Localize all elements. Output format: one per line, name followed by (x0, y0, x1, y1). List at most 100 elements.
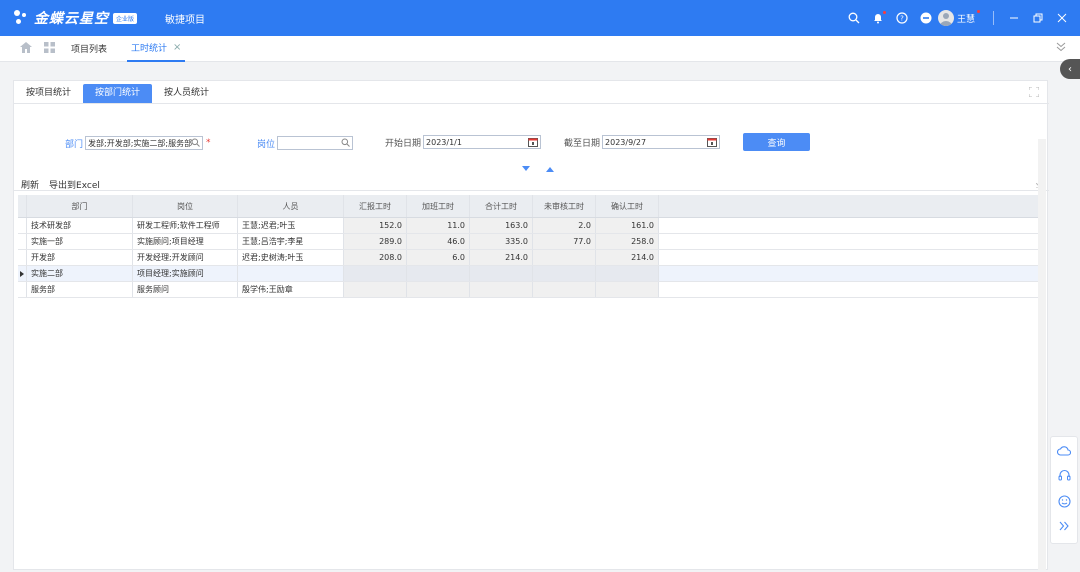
col-header-confirmed[interactable]: 确认工时 (596, 195, 659, 217)
fullscreen-icon[interactable] (1028, 86, 1040, 100)
cell-overtime[interactable]: 46.0 (407, 234, 470, 249)
cell-position[interactable]: 服务顾问 (133, 282, 238, 297)
cell-confirmed[interactable]: 258.0 (596, 234, 659, 249)
cell-confirmed[interactable] (596, 282, 659, 297)
minimize-icon[interactable] (1004, 8, 1024, 28)
side-panel-toggle-icon[interactable]: ‹ (1060, 59, 1080, 79)
cell-reported[interactable]: 208.0 (344, 250, 407, 265)
subtab-by-project[interactable]: 按项目统计 (14, 84, 83, 103)
app-grid-icon[interactable] (44, 41, 55, 56)
cell-unreviewed[interactable]: 2.0 (533, 218, 596, 233)
cell-overtime[interactable]: 6.0 (407, 250, 470, 265)
start-date-input[interactable]: 2023/1/1 (423, 135, 542, 149)
notification-bell-icon[interactable] (868, 8, 888, 28)
table-row[interactable]: 实施一部 实施顾问;项目经理 王慧;吕浩宇;李星 289.0 46.0 335.0 77.0… (18, 234, 1042, 250)
cell-reported[interactable]: 152.0 (344, 218, 407, 233)
col-header-overtime[interactable]: 加班工时 (407, 195, 470, 217)
app-title[interactable]: 敏捷项目 (165, 11, 205, 26)
cell-total[interactable]: 163.0 (470, 218, 533, 233)
cell-total[interactable] (470, 266, 533, 281)
restore-icon[interactable] (1028, 8, 1048, 28)
cell-position[interactable]: 开发经理;开发顾问 (133, 250, 238, 265)
search-icon[interactable] (341, 138, 350, 149)
cell-unreviewed[interactable] (533, 282, 596, 297)
start-date-value: 2023/1/1 (426, 137, 462, 147)
dept-filter: 部门 发部;开发部;实施二部;服务部 * (65, 136, 211, 150)
position-filter: 岗位 (257, 136, 354, 150)
required-mark: * (206, 138, 211, 148)
calendar-icon[interactable] (528, 137, 539, 148)
start-date-filter: 开始日期 2023/1/1 (385, 135, 542, 149)
user-name[interactable]: 王慧 (957, 9, 980, 25)
smiley-icon[interactable] (1057, 495, 1071, 511)
cell-unreviewed[interactable] (533, 250, 596, 265)
cell-reported[interactable] (344, 266, 407, 281)
cell-dept[interactable]: 实施二部 (27, 266, 133, 281)
calendar-icon[interactable] (707, 137, 718, 148)
dept-input[interactable]: 发部;开发部;实施二部;服务部 (85, 136, 204, 150)
cell-unreviewed[interactable]: 77.0 (533, 234, 596, 249)
cell-reported[interactable] (344, 282, 407, 297)
brand-logo[interactable]: 金蝶云星空 企业版 (12, 8, 138, 28)
avatar[interactable] (937, 10, 954, 26)
cell-position[interactable]: 实施顾问;项目经理 (133, 234, 238, 249)
table-row[interactable]: 实施二部 项目经理;实施顾问 (18, 266, 1042, 282)
cell-overtime[interactable] (407, 266, 470, 281)
cell-position[interactable]: 项目经理;实施顾问 (133, 266, 238, 281)
tab-time-statistics-label: 工时统计 (131, 44, 168, 54)
col-header-position[interactable]: 岗位 (133, 195, 238, 217)
close-window-icon[interactable] (1052, 8, 1072, 28)
help-icon[interactable]: ? (892, 8, 912, 28)
cloud-icon[interactable] (1057, 446, 1072, 459)
table-row[interactable]: 开发部 开发经理;开发顾问 迟君;史树涛;叶玉 208.0 6.0 214.0 214.0 (18, 250, 1042, 266)
query-button[interactable]: 查询 (743, 133, 810, 151)
tab-time-statistics[interactable]: 工时统计 × (127, 35, 186, 62)
expand-chevron-icon[interactable] (1059, 521, 1069, 534)
table-row[interactable]: 服务部 服务顾问 殷学伟;王励章 (18, 282, 1042, 298)
col-header-total[interactable]: 合计工时 (470, 195, 533, 217)
cell-unreviewed[interactable] (533, 266, 596, 281)
cell-person[interactable]: 王慧;吕浩宇;李星 (238, 234, 344, 249)
home-icon[interactable] (20, 41, 32, 56)
cell-person[interactable]: 殷学伟;王励章 (238, 282, 344, 297)
subtab-by-person[interactable]: 按人员统计 (152, 84, 221, 103)
sub-tab-strip: 按项目统计 按部门统计 按人员统计 (14, 84, 221, 104)
close-tab-icon[interactable]: × (173, 42, 181, 53)
cell-person[interactable] (238, 266, 344, 281)
cell-dept[interactable]: 实施一部 (27, 234, 133, 249)
cell-person[interactable]: 迟君;史树涛;叶玉 (238, 250, 344, 265)
end-date-input[interactable]: 2023/9/27 (602, 135, 721, 149)
search-icon[interactable] (844, 8, 864, 28)
subtab-by-department[interactable]: 按部门统计 (83, 84, 153, 103)
cell-overtime[interactable]: 11.0 (407, 218, 470, 233)
expand-down-icon[interactable] (522, 165, 530, 175)
col-header-reported[interactable]: 汇报工时 (344, 195, 407, 217)
col-header-dept[interactable]: 部门 (27, 195, 133, 217)
cell-total[interactable]: 214.0 (470, 250, 533, 265)
cell-confirmed[interactable]: 214.0 (596, 250, 659, 265)
cell-position[interactable]: 研发工程师;软件工程师 (133, 218, 238, 233)
cell-total[interactable]: 335.0 (470, 234, 533, 249)
headset-icon[interactable] (1058, 469, 1071, 484)
cell-reported[interactable]: 289.0 (344, 234, 407, 249)
search-icon[interactable] (191, 138, 200, 149)
statistics-grid: 部门 岗位 人员 汇报工时 加班工时 合计工时 未审核工时 确认工时 技术研发部… (18, 195, 1042, 298)
collapse-double-chevron-icon[interactable] (1056, 42, 1066, 55)
cell-confirmed[interactable]: 161.0 (596, 218, 659, 233)
cell-confirmed[interactable] (596, 266, 659, 281)
tab-project-list[interactable]: 项目列表 (67, 36, 111, 61)
collapse-up-icon[interactable] (546, 165, 554, 175)
position-input[interactable] (277, 136, 354, 150)
cell-dept[interactable]: 开发部 (27, 250, 133, 265)
col-header-person[interactable]: 人员 (238, 195, 344, 217)
brand-name: 金蝶云星空 (34, 11, 109, 27)
cell-dept[interactable]: 技术研发部 (27, 218, 133, 233)
cell-person[interactable]: 王慧;迟君;叶玉 (238, 218, 344, 233)
cell-dept[interactable]: 服务部 (27, 282, 133, 297)
cell-overtime[interactable] (407, 282, 470, 297)
vertical-scrollbar[interactable] (1038, 139, 1046, 570)
minus-circle-icon[interactable] (916, 8, 936, 28)
cell-total[interactable] (470, 282, 533, 297)
table-row[interactable]: 技术研发部 研发工程师;软件工程师 王慧;迟君;叶玉 152.0 11.0 163.0 2.… (18, 218, 1042, 234)
col-header-unreviewed[interactable]: 未审核工时 (533, 195, 596, 217)
